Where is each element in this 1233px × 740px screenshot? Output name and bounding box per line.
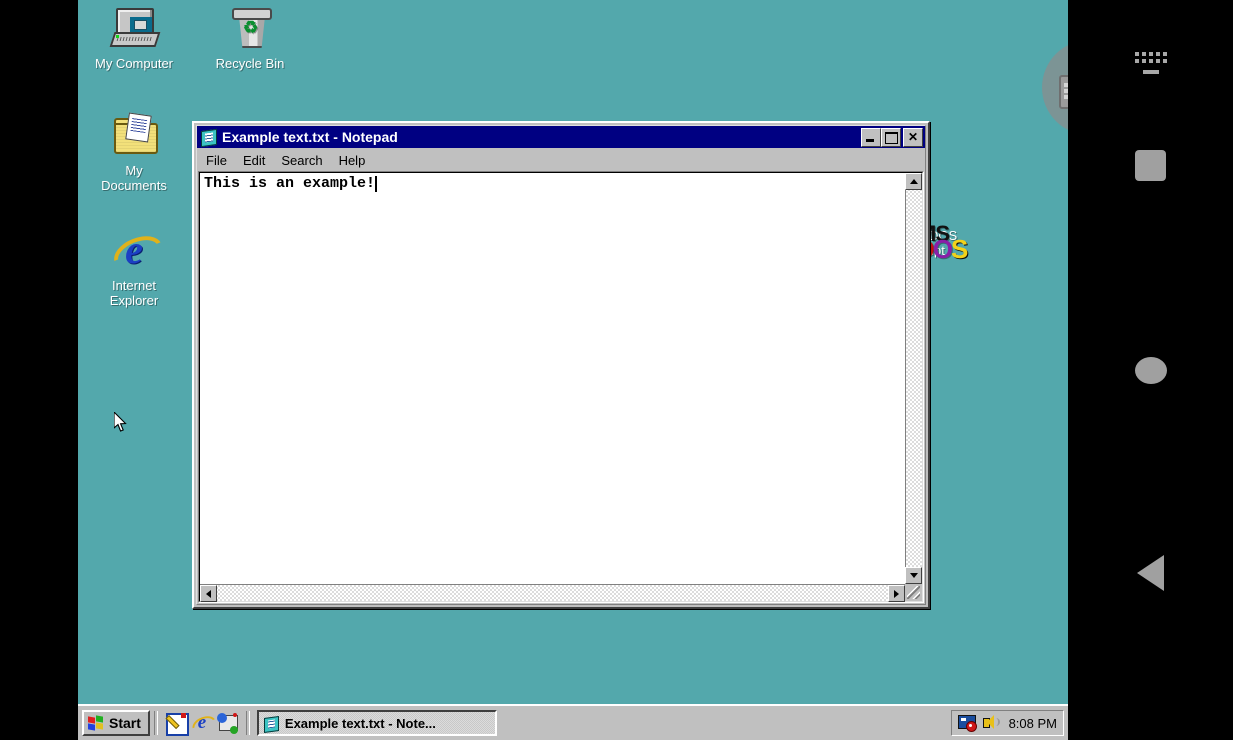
internet-explorer-icon: e (110, 228, 158, 274)
window-title-bar[interactable]: Example text.txt - Notepad ✕ (197, 126, 925, 148)
chevron-left-icon (206, 589, 211, 598)
window-title: Example text.txt - Notepad (222, 129, 398, 145)
quick-launch-bar[interactable]: e (162, 712, 242, 736)
text-caret (375, 176, 378, 192)
speaker-icon[interactable] (982, 714, 1001, 732)
notepad-icon (200, 128, 218, 148)
editor-line: This is an example! (204, 175, 905, 193)
task-button-label: Example text.txt - Note... (284, 715, 436, 731)
notepad-icon (263, 715, 280, 733)
minimize-button[interactable] (861, 127, 881, 147)
nav-back-button[interactable] (1068, 528, 1233, 618)
scroll-left-button[interactable] (200, 585, 217, 602)
task-button-notepad[interactable]: Example text.txt - Note... (256, 710, 497, 736)
resize-grip[interactable] (905, 584, 922, 601)
taskbar-divider (153, 711, 158, 735)
desktop-icon-my-computer[interactable]: My Computer (88, 6, 180, 71)
folder-documents-icon (110, 112, 158, 159)
nav-recents-button[interactable] (1068, 120, 1233, 210)
text-editor-area[interactable]: This is an example! (200, 173, 905, 584)
menu-item-file[interactable]: File (198, 151, 235, 170)
start-button[interactable]: Start (82, 710, 150, 736)
desktop-icon-internet-explorer[interactable]: e Internet Explorer (88, 228, 180, 308)
nav-home-button[interactable] (1068, 325, 1233, 415)
desktop-icon-label: Explorer (109, 293, 159, 308)
triangle-left-icon (1137, 555, 1164, 591)
clock[interactable]: 8:08 PM (1006, 716, 1057, 731)
screen: My Computer ♻ Recycle Bin My Documents e… (0, 0, 1233, 740)
editor-frame: This is an example! (198, 171, 924, 603)
desktop[interactable]: My Computer ♻ Recycle Bin My Documents e… (78, 0, 1068, 740)
channels-icon[interactable] (216, 712, 239, 734)
windows-logo-icon (88, 714, 105, 731)
start-button-label: Start (109, 715, 141, 731)
window-controls: ✕ (861, 127, 923, 147)
recycle-bin-icon: ♻ (226, 6, 274, 52)
scroll-down-button[interactable] (905, 567, 922, 584)
taskbar[interactable]: Start e Example text.txt - Note... 8:08 … (78, 704, 1068, 740)
maximize-button[interactable] (881, 127, 901, 147)
navigation-bar[interactable] (1068, 0, 1233, 740)
square-icon (1135, 149, 1166, 181)
menu-item-help[interactable]: Help (331, 151, 374, 170)
nav-keyboard-button[interactable] (1068, 18, 1233, 108)
desktop-icon-label: My (125, 163, 143, 178)
notepad-window[interactable]: Example text.txt - Notepad ✕ File Edit S… (192, 121, 930, 609)
system-tray[interactable]: 8:08 PM (950, 710, 1064, 736)
task-button-list: Example text.txt - Note... (254, 710, 951, 736)
scroll-right-button[interactable] (888, 585, 905, 602)
menu-bar[interactable]: File Edit Search Help (198, 150, 924, 170)
taskbar-divider (245, 711, 250, 735)
chevron-up-icon (909, 179, 918, 184)
desktop-icon-recycle-bin[interactable]: ♻ Recycle Bin (204, 6, 296, 71)
chevron-down-icon (909, 573, 918, 578)
close-button[interactable]: ✕ (903, 127, 923, 147)
internet-explorer-icon[interactable]: e (191, 712, 213, 734)
close-icon: ✕ (907, 130, 919, 144)
desktop-icon-label: Recycle Bin (215, 56, 285, 71)
menu-item-edit[interactable]: Edit (235, 151, 273, 170)
mouse-cursor (114, 412, 127, 432)
notepad-pencil-icon[interactable] (165, 712, 189, 736)
keyboard-icon (1134, 52, 1167, 74)
vertical-scrollbar[interactable] (905, 173, 922, 584)
menu-item-search[interactable]: Search (273, 151, 330, 170)
desktop-icon-my-documents[interactable]: My Documents (88, 112, 180, 193)
chevron-right-icon (894, 589, 899, 598)
computer-icon (109, 6, 161, 52)
horizontal-scrollbar[interactable] (200, 584, 905, 602)
desktop-icon-label: My Computer (94, 56, 174, 71)
scroll-up-button[interactable] (905, 173, 922, 190)
network-icon[interactable] (957, 714, 977, 732)
desktop-icon-label: Internet (111, 278, 157, 293)
desktop-icon-label: Documents (101, 178, 167, 193)
circle-icon (1134, 356, 1167, 384)
editor-text: This is an example! (204, 175, 376, 192)
